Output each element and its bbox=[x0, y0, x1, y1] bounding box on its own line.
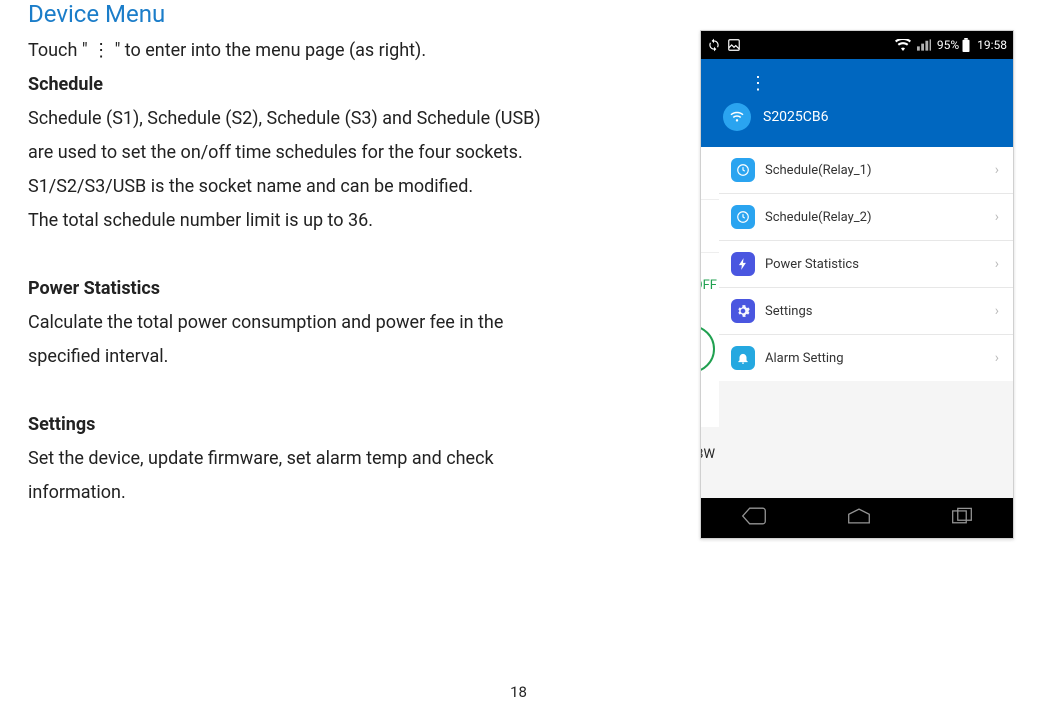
phone-screenshot: 95% 19:58 ⋮ S2025CB6 OFF 3W Schedule(Rel… bbox=[700, 30, 1014, 539]
background-screen-sliver: OFF 3W bbox=[701, 147, 719, 427]
battery-percent: 95% bbox=[937, 38, 959, 52]
android-status-bar: 95% 19:58 bbox=[701, 31, 1013, 59]
menu-item-label: Power Statistics bbox=[765, 257, 995, 272]
chevron-right-icon: › bbox=[995, 162, 999, 178]
menu-item-label: Schedule(Relay_1) bbox=[765, 163, 995, 178]
vertical-dots-icon: ⋮ bbox=[92, 42, 110, 60]
recent-apps-icon[interactable] bbox=[951, 507, 973, 529]
page-number: 18 bbox=[0, 683, 1037, 701]
gear-icon bbox=[731, 299, 755, 323]
wifi-icon bbox=[895, 39, 911, 51]
bell-icon bbox=[731, 346, 755, 370]
bolt-icon bbox=[731, 252, 755, 276]
power-heading: Power Statistics bbox=[28, 278, 160, 299]
clock-icon bbox=[731, 158, 755, 182]
section-title: Device Menu bbox=[28, 0, 1009, 28]
menu-item-label: Schedule(Relay_2) bbox=[765, 210, 995, 225]
menu-item-alarm-setting[interactable]: Alarm Setting › bbox=[719, 335, 1013, 381]
settings-line-2: information. bbox=[28, 482, 126, 503]
power-ring-arc bbox=[700, 325, 715, 373]
schedule-heading: Schedule bbox=[28, 74, 103, 95]
device-name: S2025CB6 bbox=[763, 109, 829, 125]
touch-text-post: " to enter into the menu page (as right)… bbox=[115, 40, 427, 61]
menu-item-label: Settings bbox=[765, 304, 995, 319]
menu-item-power-statistics[interactable]: Power Statistics › bbox=[719, 241, 1013, 288]
menu-item-settings[interactable]: Settings › bbox=[719, 288, 1013, 335]
android-nav-bar bbox=[701, 498, 1013, 538]
settings-heading: Settings bbox=[28, 414, 95, 435]
chevron-right-icon: › bbox=[995, 303, 999, 319]
schedule-line-1: Schedule (S1), Schedule (S2), Schedule (… bbox=[28, 108, 541, 129]
device-wifi-icon bbox=[723, 103, 751, 131]
schedule-line-2: are used to set the on/off time schedule… bbox=[28, 142, 523, 163]
status-time: 19:58 bbox=[977, 38, 1007, 52]
battery-icon bbox=[961, 38, 971, 52]
body-text: Touch " ⋮ " to enter into the menu page … bbox=[28, 34, 688, 510]
sync-icon bbox=[707, 38, 721, 52]
clock-icon bbox=[731, 205, 755, 229]
schedule-line-3: S1/S2/S3/USB is the socket name and can … bbox=[28, 176, 473, 197]
schedule-line-4: The total schedule number limit is up to… bbox=[28, 210, 373, 231]
chevron-right-icon: › bbox=[995, 209, 999, 225]
home-icon[interactable] bbox=[847, 507, 871, 529]
chevron-right-icon: › bbox=[995, 256, 999, 272]
kebab-menu-icon[interactable]: ⋮ bbox=[749, 75, 767, 93]
drawer-header: ⋮ S2025CB6 bbox=[701, 59, 1013, 147]
off-label: OFF bbox=[701, 253, 719, 317]
signal-icon bbox=[917, 39, 931, 51]
back-icon[interactable] bbox=[741, 507, 767, 529]
power-line-2: specified interval. bbox=[28, 346, 168, 367]
menu-item-schedule-relay-1[interactable]: Schedule(Relay_1) › bbox=[719, 147, 1013, 194]
image-icon bbox=[727, 38, 741, 52]
settings-line-1: Set the device, update firmware, set ala… bbox=[28, 448, 494, 469]
power-line-1: Calculate the total power consumption an… bbox=[28, 312, 503, 333]
menu-item-label: Alarm Setting bbox=[765, 351, 995, 366]
touch-text-pre: Touch " bbox=[28, 40, 88, 61]
watt-label: 3W bbox=[700, 447, 715, 462]
drawer-menu: Schedule(Relay_1) › Schedule(Relay_2) › … bbox=[719, 147, 1013, 381]
menu-item-schedule-relay-2[interactable]: Schedule(Relay_2) › bbox=[719, 194, 1013, 241]
chevron-right-icon: › bbox=[995, 350, 999, 366]
